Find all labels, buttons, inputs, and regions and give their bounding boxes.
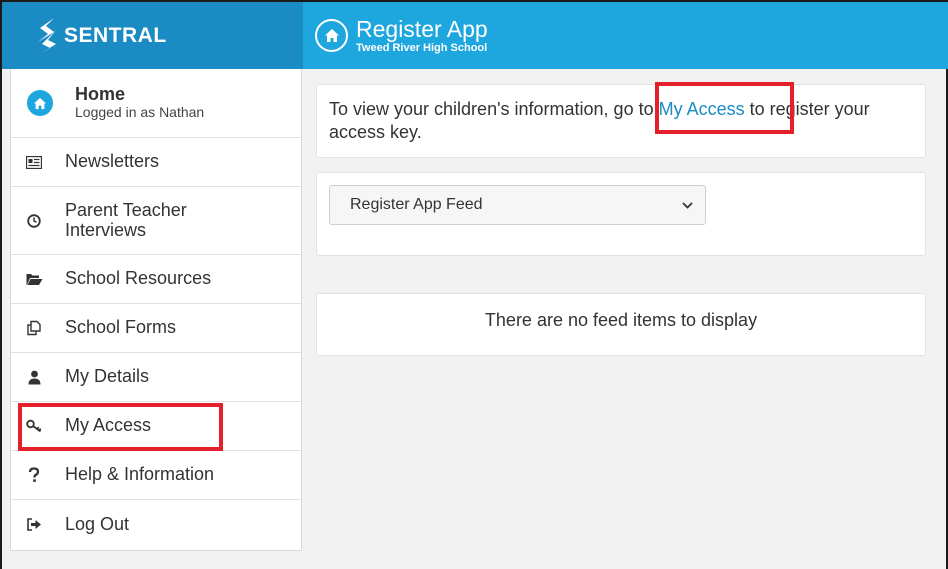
sidebar-item-my-details[interactable]: My Details [11,353,301,402]
sidebar-item-label: School Forms [65,317,177,338]
sidebar-item-newsletters[interactable]: Newsletters [11,138,301,187]
sidebar-item-label: My Details [65,366,150,387]
sidebar-item-help-information[interactable]: Help & Information [11,451,301,500]
info-text-before: To view your children's information, go … [329,99,659,119]
logged-in-text: Logged in as Nathan [75,104,205,121]
sidebar-item-school-resources[interactable]: School Resources [11,255,301,304]
sidebar-item-label: Help & Information [65,464,215,485]
user-icon [25,368,43,386]
feed-select[interactable]: Register App Feed [329,185,706,225]
app-title: Register App [356,15,488,42]
folder-open-icon [25,270,43,288]
brand-name: SENTRAL [64,23,167,47]
sidebar-item-label: Parent Teacher Interviews [65,199,187,240]
home-icon [324,29,339,42]
sidebar: Home Logged in as Nathan Newsletters Par… [10,69,302,551]
sign-out-icon [25,516,43,534]
brand-bar: SENTRAL [2,2,303,69]
empty-feed-message: There are no feed items to display [484,310,758,330]
sidebar-item-home[interactable]: Home Logged in as Nathan [11,69,301,138]
question-icon [25,466,43,484]
home-icon [33,97,47,109]
info-card: To view your children's information, go … [316,84,926,158]
sidebar-item-label: School Resources [65,268,212,289]
app-header: Register App Tweed River High School [303,2,948,69]
home-circle-icon [27,90,53,116]
highlight-box-my-access-link [655,82,794,134]
newspaper-icon [25,153,43,171]
sentral-logo-icon [38,17,56,54]
home-title: Home [75,84,126,105]
sidebar-item-log-out[interactable]: Log Out [11,500,301,549]
app-subtitle: Tweed River High School [356,41,488,54]
highlight-box-my-access-nav [18,403,223,451]
chevron-down-icon [682,201,693,209]
sidebar-item-label: Newsletters [65,151,160,172]
copy-forms-icon [25,319,43,337]
feed-select-value: Register App Feed [350,196,483,213]
sidebar-item-label: Log Out [65,513,130,534]
clock-icon [25,212,43,230]
sidebar-item-parent-teacher-interviews[interactable]: Parent Teacher Interviews [11,187,301,255]
empty-feed-card: There are no feed items to display [316,293,926,356]
sidebar-item-school-forms[interactable]: School Forms [11,304,301,353]
header-home-button[interactable] [315,19,348,52]
feed-card: Register App Feed [316,172,926,256]
